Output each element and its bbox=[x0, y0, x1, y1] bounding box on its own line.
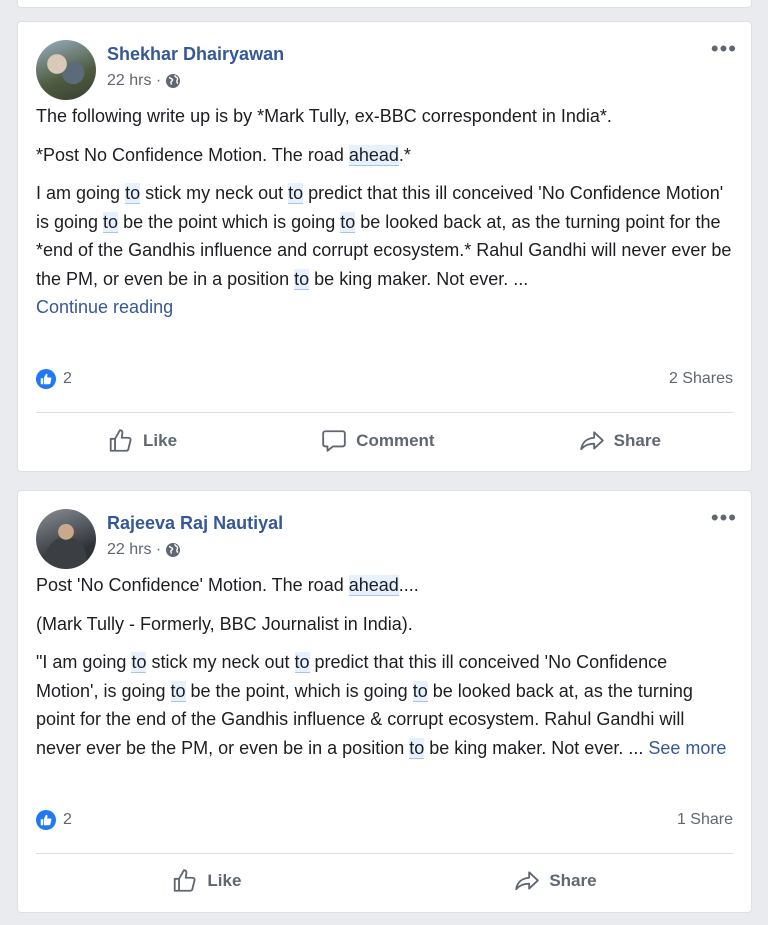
comment-label: Comment bbox=[356, 431, 435, 450]
highlighted-word: to bbox=[288, 183, 304, 204]
like-label: Like bbox=[143, 431, 178, 450]
thumbs-up-icon bbox=[109, 429, 132, 452]
post-card: Shekhar Dhairyawan 22 hrs · ••• The foll… bbox=[17, 21, 752, 472]
post-stats: 2 1 Share bbox=[36, 810, 733, 830]
like-button[interactable]: Like bbox=[172, 868, 241, 894]
avatar[interactable] bbox=[36, 40, 96, 100]
more-options-button[interactable]: ••• bbox=[711, 507, 737, 529]
post-actions: Like Comment Share bbox=[36, 428, 733, 454]
paragraph: *Post No Confidence Motion. The road ahe… bbox=[36, 144, 411, 166]
post-time[interactable]: 22 hrs · bbox=[107, 72, 161, 90]
highlighted-word: ahead bbox=[348, 575, 399, 596]
post-time[interactable]: 22 hrs · bbox=[107, 541, 161, 559]
post-card: Rajeeva Raj Nautiyal 22 hrs · ••• Post '… bbox=[17, 490, 752, 913]
post-meta: 22 hrs · bbox=[107, 72, 181, 90]
highlighted-word: to bbox=[103, 211, 119, 233]
author-name[interactable]: Rajeeva Raj Nautiyal bbox=[107, 513, 283, 534]
divider bbox=[36, 412, 733, 413]
reaction-count: 2 bbox=[63, 370, 72, 387]
share-label: Share bbox=[549, 871, 597, 890]
highlighted-word: to bbox=[412, 680, 428, 702]
post-actions: Like Share bbox=[36, 868, 733, 894]
like-label: Like bbox=[207, 871, 242, 890]
share-icon bbox=[579, 431, 604, 451]
globe-icon[interactable] bbox=[165, 73, 181, 89]
reaction-count: 2 bbox=[63, 811, 72, 828]
previous-post-card bbox=[17, 0, 752, 8]
highlighted-word: to bbox=[340, 211, 356, 233]
like-reaction-icon bbox=[36, 810, 56, 830]
continue-reading-link[interactable]: Continue reading bbox=[36, 297, 173, 317]
post-text: The following write up is by *Mark Tully… bbox=[18, 102, 751, 322]
paragraph: Post 'No Confidence' Motion. The road ah… bbox=[36, 575, 419, 596]
comment-button[interactable]: Comment bbox=[321, 428, 435, 454]
more-options-button[interactable]: ••• bbox=[711, 38, 737, 60]
post-meta: 22 hrs · bbox=[107, 541, 181, 559]
author-name[interactable]: Shekhar Dhairyawan bbox=[107, 44, 284, 65]
post-header: Rajeeva Raj Nautiyal 22 hrs · ••• bbox=[18, 491, 751, 571]
like-button[interactable]: Like bbox=[108, 428, 177, 454]
thumbs-up-icon bbox=[174, 869, 196, 892]
share-button[interactable]: Share bbox=[579, 428, 661, 454]
see-more-link[interactable]: See more bbox=[648, 738, 726, 758]
globe-icon[interactable] bbox=[165, 542, 181, 558]
highlighted-word: to bbox=[294, 652, 310, 673]
share-icon bbox=[515, 871, 540, 891]
post-stats: 2 2 Shares bbox=[36, 369, 733, 389]
shares-count[interactable]: 1 Share bbox=[677, 811, 733, 829]
paragraph: The following write up is by *Mark Tully… bbox=[36, 106, 612, 126]
highlighted-word: to bbox=[131, 652, 147, 673]
post-header: Shekhar Dhairyawan 22 hrs · ••• bbox=[18, 22, 751, 102]
share-button[interactable]: Share bbox=[514, 868, 597, 894]
share-label: Share bbox=[613, 431, 661, 450]
divider bbox=[36, 853, 733, 854]
reactions[interactable]: 2 bbox=[36, 369, 72, 389]
highlighted-word: to bbox=[409, 737, 425, 759]
highlighted-word: to bbox=[125, 183, 141, 204]
paragraph: (Mark Tully - Formerly, BBC Journalist i… bbox=[36, 613, 413, 634]
avatar[interactable] bbox=[36, 509, 96, 569]
post-text: Post 'No Confidence' Motion. The road ah… bbox=[18, 571, 751, 762]
highlighted-word: ahead bbox=[348, 144, 399, 166]
paragraph: "I am going to stick my neck out to pred… bbox=[36, 652, 727, 759]
highlighted-word: to bbox=[170, 680, 186, 702]
comment-icon bbox=[322, 430, 346, 452]
reactions[interactable]: 2 bbox=[36, 810, 72, 830]
highlighted-word: to bbox=[294, 268, 310, 290]
like-reaction-icon bbox=[36, 369, 56, 389]
paragraph: Continue reading bbox=[36, 293, 733, 322]
shares-count[interactable]: 2 Shares bbox=[669, 370, 733, 388]
paragraph: I am going to stick my neck out to predi… bbox=[36, 183, 732, 290]
